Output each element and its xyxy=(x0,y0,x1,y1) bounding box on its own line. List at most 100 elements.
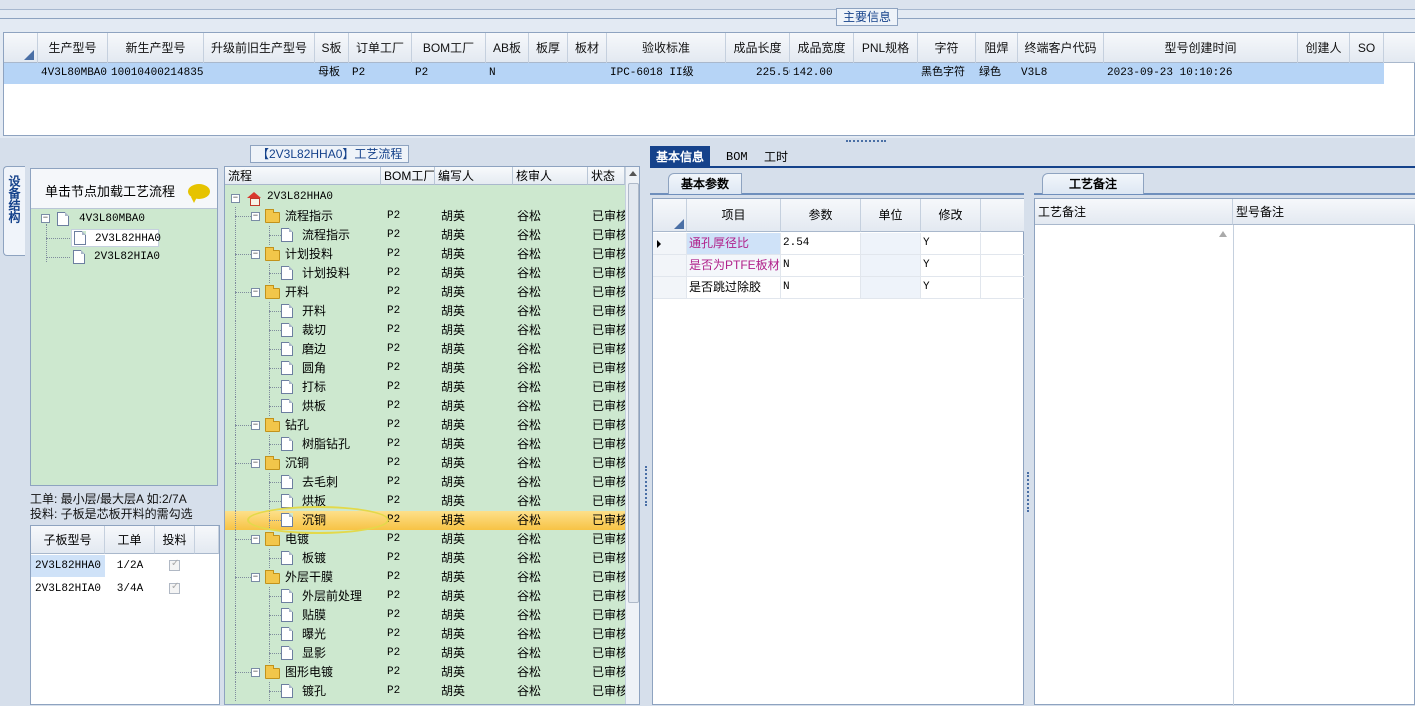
col-header[interactable]: 项目 xyxy=(687,199,781,232)
process-row[interactable]: 镀孔 P2 胡英 谷松 已审核 xyxy=(225,682,625,701)
col-header[interactable]: 单位 xyxy=(861,199,921,232)
col-header[interactable]: 字符 xyxy=(918,33,976,63)
process-row[interactable]: 裁切 P2 胡英 谷松 已审核 xyxy=(225,321,625,340)
col-header[interactable]: 流程 xyxy=(225,167,381,185)
params-grid[interactable]: 项目 参数 单位 修改 通孔厚径比 2.54 Y 是否为PTFE板材 N Y 是否跳过除胶 N… xyxy=(652,198,1025,705)
cell[interactable]: 142.00 xyxy=(790,63,854,84)
cell[interactable]: 黑色字符 xyxy=(918,63,976,84)
process-row[interactable]: 圆角 P2 胡英 谷松 已审核 xyxy=(225,359,625,378)
collapse-icon[interactable]: − xyxy=(251,668,260,677)
process-row[interactable]: − 计划投料 P2 胡英 谷松 已审核 xyxy=(225,245,625,264)
param-edit[interactable]: Y xyxy=(921,277,981,298)
collapse-icon[interactable]: − xyxy=(251,459,260,468)
process-row[interactable]: 曝光 P2 胡英 谷松 已审核 xyxy=(225,625,625,644)
main-info-grid[interactable]: 生产型号 新生产型号 升级前旧生产型号 S板 订单工厂 BOM工厂 AB板 板厚… xyxy=(3,32,1415,136)
col-header[interactable]: 核审人 xyxy=(513,167,588,185)
scroll-up-icon[interactable] xyxy=(1219,231,1227,237)
col-header[interactable]: 板材 xyxy=(568,33,607,63)
col-header[interactable]: 订单工厂 xyxy=(349,33,412,63)
process-row[interactable]: − 电镀 P2 胡英 谷松 已审核 xyxy=(225,530,625,549)
cell[interactable]: 10010400214835 xyxy=(108,63,204,84)
col-header[interactable]: BOM工厂 xyxy=(412,33,486,63)
cell[interactable] xyxy=(204,63,315,84)
param-unit[interactable] xyxy=(861,255,921,276)
process-row[interactable]: 打标 P2 胡英 谷松 已审核 xyxy=(225,378,625,397)
cell[interactable]: 母板 xyxy=(315,63,349,84)
process-row[interactable]: 贴膜 P2 胡英 谷松 已审核 xyxy=(225,606,625,625)
collapse-icon[interactable]: − xyxy=(251,250,260,259)
tab-basic-info[interactable]: 基本信息 xyxy=(650,146,711,168)
sub-board-grid[interactable]: 子板型号 工单 投料 2V3L82HHA0 1/2A 2V3L82HIA0 3/… xyxy=(30,525,220,705)
col-header[interactable]: 阻焊 xyxy=(976,33,1018,63)
col-header[interactable]: 板厚 xyxy=(529,33,568,63)
process-row[interactable]: 烘板 P2 胡英 谷松 已审核 xyxy=(225,397,625,416)
speech-bubble-icon[interactable] xyxy=(188,184,210,203)
col-header[interactable]: 生产型号 xyxy=(38,33,108,63)
collapse-icon[interactable]: − xyxy=(251,212,260,221)
cell[interactable]: 2V3L82HHA0 xyxy=(31,555,105,577)
col-header[interactable]: 型号创建时间 xyxy=(1104,33,1298,63)
param-row[interactable]: 是否跳过除胶 N Y xyxy=(653,277,1025,299)
col-header[interactable]: 状态 xyxy=(588,167,625,185)
collapse-icon[interactable]: − xyxy=(251,573,260,582)
process-row[interactable]: − 沉铜 P2 胡英 谷松 已审核 xyxy=(225,454,625,473)
col-header[interactable]: 成品长度 xyxy=(726,33,790,63)
horizontal-splitter[interactable] xyxy=(0,138,1415,146)
grid-corner-icon[interactable] xyxy=(4,33,38,63)
process-row[interactable]: 显影 P2 胡英 谷松 已审核 xyxy=(225,644,625,663)
col-header[interactable]: 型号备注 xyxy=(1233,199,1415,225)
col-header[interactable]: BOM工厂 xyxy=(381,167,435,185)
remarks-grid[interactable]: 工艺备注 型号备注 xyxy=(1034,198,1415,706)
cell[interactable] xyxy=(568,63,607,84)
param-edit[interactable]: Y xyxy=(921,255,981,276)
param-row[interactable]: 通孔厚径比 2.54 Y xyxy=(653,233,1025,255)
cell[interactable]: 1/2A xyxy=(105,555,155,577)
subtab-basic-params[interactable]: 基本参数 xyxy=(668,173,743,194)
cell[interactable]: 225.50 xyxy=(726,63,790,84)
col-header[interactable]: 编写人 xyxy=(435,167,513,185)
cell[interactable]: 2V3L82HIA0 xyxy=(31,578,105,600)
tab-bom[interactable]: BOM xyxy=(720,146,754,168)
process-root-row[interactable]: − 2V3L82HHA0 xyxy=(225,188,625,207)
cell[interactable]: P2 xyxy=(412,63,486,84)
process-row[interactable]: − 钻孔 P2 胡英 谷松 已审核 xyxy=(225,416,625,435)
col-header[interactable]: SO xyxy=(1350,33,1384,63)
cell[interactable] xyxy=(1298,63,1350,84)
process-row[interactable]: 计划投料 P2 胡英 谷松 已审核 xyxy=(225,264,625,283)
process-row[interactable]: 板镀 P2 胡英 谷松 已审核 xyxy=(225,549,625,568)
col-header[interactable]: 修改 xyxy=(921,199,981,232)
cell[interactable]: IPC-6018 II级 xyxy=(607,63,726,84)
feed-checkbox[interactable] xyxy=(169,558,180,571)
col-header[interactable]: 成品宽度 xyxy=(790,33,854,63)
table-row[interactable]: 4V3L80MBA0 10010400214835 母板 P2 P2 N IPC… xyxy=(4,63,1384,84)
col-header[interactable]: 终端客户代码 xyxy=(1018,33,1104,63)
vertical-splitter[interactable] xyxy=(642,146,650,705)
col-header[interactable]: 新生产型号 xyxy=(108,33,204,63)
process-row[interactable]: 开料 P2 胡英 谷松 已审核 xyxy=(225,302,625,321)
param-item[interactable]: 是否为PTFE板材 xyxy=(687,255,781,276)
col-header[interactable]: 升级前旧生产型号 xyxy=(204,33,315,63)
subtab-process-remarks[interactable]: 工艺备注 xyxy=(1042,173,1145,194)
col-header[interactable]: PNL规格 xyxy=(854,33,918,63)
param-unit[interactable] xyxy=(861,277,921,298)
tab-work-hours[interactable]: 工时 xyxy=(758,146,794,168)
cell[interactable] xyxy=(1350,63,1384,84)
process-row[interactable]: 树脂钻孔 P2 胡英 谷松 已审核 xyxy=(225,435,625,454)
col-header[interactable]: 参数 xyxy=(781,199,861,232)
cell[interactable]: 3/4A xyxy=(105,578,155,600)
col-header[interactable]: AB板 xyxy=(486,33,529,63)
param-unit[interactable] xyxy=(861,233,921,254)
process-tree-grid[interactable]: 流程 BOM工厂 编写人 核审人 状态 − 2V3L82HHA0 − 流程指示 P2… xyxy=(224,166,640,705)
param-value[interactable]: N xyxy=(781,255,861,276)
col-header[interactable]: 验收标准 xyxy=(607,33,726,63)
process-row[interactable]: 去毛刺 P2 胡英 谷松 已审核 xyxy=(225,473,625,492)
cell[interactable]: V3L8 xyxy=(1018,63,1104,84)
cell[interactable]: 2023-09-23 10:10:26 xyxy=(1104,63,1298,84)
feed-checkbox[interactable] xyxy=(169,581,180,594)
col-header[interactable]: 投料 xyxy=(155,526,195,554)
grid-corner-icon[interactable] xyxy=(653,199,687,232)
process-row[interactable]: 流程指示 P2 胡英 谷松 已审核 xyxy=(225,226,625,245)
col-header[interactable]: 工艺备注 xyxy=(1035,199,1233,225)
cell[interactable]: 4V3L80MBA0 xyxy=(38,63,108,84)
collapse-icon[interactable]: − xyxy=(251,421,260,430)
